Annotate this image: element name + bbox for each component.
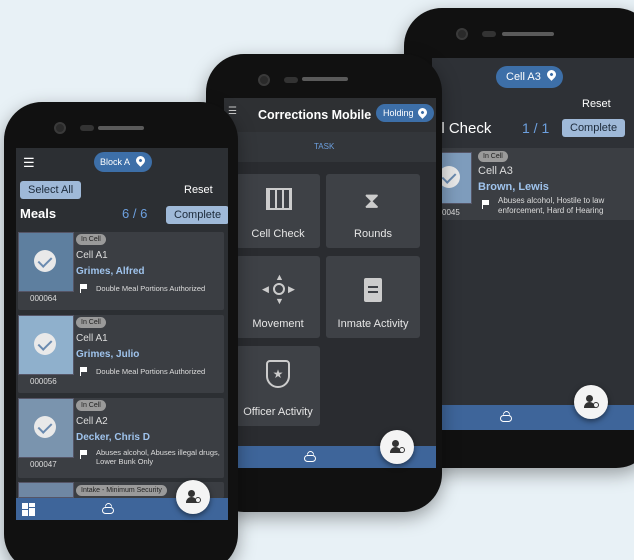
magnifier-icon xyxy=(195,497,201,503)
grid-view-icon[interactable] xyxy=(22,503,35,516)
phone-middle: ☰ Corrections Mobile Holding TASK Cell C… xyxy=(206,54,442,512)
sensor xyxy=(482,31,496,37)
front-camera xyxy=(456,28,468,40)
person-icon xyxy=(586,395,593,402)
inmate-name: Brown, Lewis xyxy=(478,181,549,193)
select-all-button[interactable]: Select All xyxy=(20,181,82,199)
page-title: ll Check xyxy=(438,120,492,137)
checked-icon[interactable] xyxy=(34,416,56,438)
menu-icon[interactable]: ☰ xyxy=(23,155,35,171)
flag-icon xyxy=(80,367,88,376)
cell-label: Cell A2 xyxy=(76,416,108,427)
speaker xyxy=(98,126,144,130)
cloud-sync-icon[interactable] xyxy=(102,507,114,514)
app-bar: ☰ Corrections Mobile Holding xyxy=(224,98,436,132)
sensor xyxy=(284,77,298,83)
inmate-name: Grimes, Alfred xyxy=(76,266,145,277)
cell-label: Cell A3 xyxy=(478,165,513,177)
screen-right: Cell A3 Reset ll Check 1 / 1 Complete 00… xyxy=(432,58,634,430)
cell-label: Cell A1 xyxy=(76,250,108,261)
complete-button[interactable]: Complete xyxy=(562,119,626,137)
tile-rounds[interactable]: ⧗ Rounds xyxy=(326,174,420,248)
checked-icon[interactable] xyxy=(34,250,56,272)
reset-button[interactable]: Reset xyxy=(184,184,213,196)
inmate-id: 000056 xyxy=(30,377,57,386)
inmate-id: 000047 xyxy=(30,460,57,469)
status-badge: In Cell xyxy=(478,151,508,162)
person-icon xyxy=(392,440,399,447)
complete-button[interactable]: Complete xyxy=(166,206,228,224)
cell-bars-icon xyxy=(266,188,292,210)
alert-text: Double Meal Portions Authorized xyxy=(96,284,206,293)
clipboard-icon xyxy=(364,278,382,302)
tile-inmate-activity[interactable]: Inmate Activity xyxy=(326,256,420,338)
status-badge: In Cell xyxy=(76,234,106,245)
inmate-card[interactable]: 000047 In Cell Cell A2 Decker, Chris D A… xyxy=(18,398,224,478)
person-icon xyxy=(188,490,195,497)
inmate-photo xyxy=(18,482,74,498)
magnifier-icon xyxy=(399,447,405,453)
screen-middle: ☰ Corrections Mobile Holding TASK Cell C… xyxy=(224,98,436,468)
tile-cell-check[interactable]: Cell Check xyxy=(236,174,320,248)
inmate-search-fab[interactable] xyxy=(176,480,210,514)
cell-label: Cell A1 xyxy=(76,333,108,344)
magnifier-icon xyxy=(593,402,599,408)
speaker xyxy=(502,32,554,36)
app-title: Corrections Mobile xyxy=(258,108,372,122)
inmate-name: Decker, Chris D xyxy=(76,432,150,443)
status-badge: Intake - Minimum Security xyxy=(76,485,167,496)
location-pin-icon xyxy=(544,68,558,81)
location-pin-icon xyxy=(134,154,147,167)
location-pill[interactable]: Block A xyxy=(94,152,153,172)
flag-icon xyxy=(482,200,490,209)
tile-label: Rounds xyxy=(354,228,392,240)
checked-icon[interactable] xyxy=(34,333,56,355)
alert-text: Abuses alcohol, Hostile to law enforceme… xyxy=(498,196,605,215)
flag-icon xyxy=(80,284,88,293)
cloud-sync-icon[interactable] xyxy=(500,415,512,422)
badge-shield-icon: ★ xyxy=(266,360,290,388)
alert-text: Double Meal Portions Authorized xyxy=(96,367,206,376)
location-pill-label: Cell A3 xyxy=(506,71,541,83)
move-arrows-icon: ▲ ▼ ◀ ▶ xyxy=(262,272,295,306)
inmate-id: 000064 xyxy=(30,294,57,303)
tab-task[interactable]: TASK xyxy=(314,142,334,151)
inmate-card[interactable]: 000056 In Cell Cell A1 Grimes, Julio Dou… xyxy=(18,315,224,393)
location-pill-label: Holding xyxy=(383,108,414,118)
inmate-search-fab[interactable] xyxy=(380,430,414,464)
location-pill[interactable]: Cell A3 xyxy=(496,66,563,88)
sensor xyxy=(80,125,94,131)
progress-count: 1 / 1 xyxy=(522,120,550,136)
tab-bar: TASK xyxy=(224,132,436,162)
tile-label: Inmate Activity xyxy=(337,318,409,330)
inmate-id: 0045 xyxy=(442,208,460,217)
screen-left: ☰ Block A Select All Reset Meals 6 / 6 C… xyxy=(16,148,228,520)
inmate-name: Grimes, Julio xyxy=(76,349,140,360)
progress-count: 6 / 6 xyxy=(122,206,148,221)
status-badge: In Cell xyxy=(76,317,106,328)
tile-label: Movement xyxy=(252,318,304,330)
flag-icon xyxy=(80,450,88,459)
status-badge: In Cell xyxy=(76,400,106,411)
page-title: Meals xyxy=(20,206,57,221)
alert-text: Abuses alcohol, Abuses illegal drugs, Lo… xyxy=(96,448,220,466)
tile-label: Cell Check xyxy=(251,228,305,240)
front-camera xyxy=(258,74,270,86)
inmate-card[interactable]: 0045 In Cell Cell A3 Brown, Lewis Abuses… xyxy=(434,148,634,220)
speaker xyxy=(302,77,348,81)
reset-button[interactable]: Reset xyxy=(582,98,611,110)
phone-left: ☰ Block A Select All Reset Meals 6 / 6 C… xyxy=(4,102,238,560)
hourglass-icon: ⧗ xyxy=(364,188,380,213)
cloud-sync-icon[interactable] xyxy=(304,455,316,462)
front-camera xyxy=(54,122,66,134)
location-pin-icon xyxy=(415,106,429,119)
inmate-card[interactable]: 000064 In Cell Cell A1 Grimes, Alfred Do… xyxy=(18,232,224,310)
tile-officer-activity[interactable]: ★ Officer Activity xyxy=(236,346,320,426)
location-pill[interactable]: Holding xyxy=(376,104,434,122)
tile-label: Officer Activity xyxy=(243,406,313,418)
location-pill-label: Block A xyxy=(100,157,131,167)
tile-movement[interactable]: ▲ ▼ ◀ ▶ Movement xyxy=(236,256,320,338)
inmate-search-fab[interactable] xyxy=(574,385,608,419)
